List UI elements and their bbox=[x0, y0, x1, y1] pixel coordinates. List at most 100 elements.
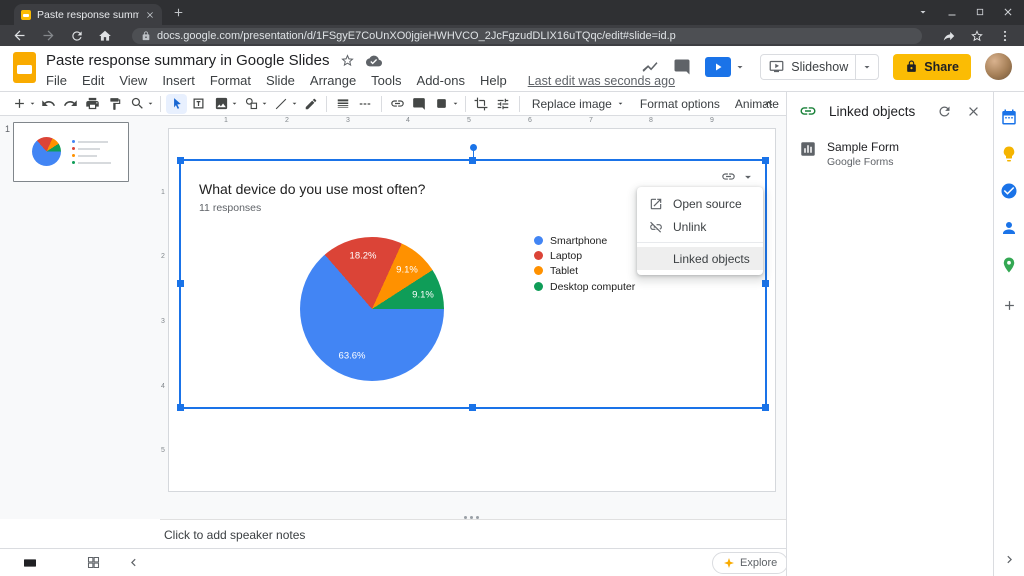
zoom-button[interactable] bbox=[126, 94, 155, 114]
rotation-handle[interactable] bbox=[469, 144, 477, 151]
menu-item-linked-objects[interactable]: Linked objects bbox=[637, 247, 763, 270]
bookmark-star-icon[interactable] bbox=[970, 29, 984, 43]
insert-shape-button[interactable] bbox=[240, 94, 269, 114]
collapse-filmstrip-button[interactable] bbox=[126, 555, 141, 570]
menu-addons[interactable]: Add-ons bbox=[417, 73, 465, 88]
insert-line-button[interactable] bbox=[270, 94, 299, 114]
mask-image-button[interactable] bbox=[431, 94, 460, 114]
crop-button[interactable] bbox=[471, 94, 492, 114]
paint-format-button[interactable] bbox=[104, 94, 125, 114]
filmstrip-view-button[interactable] bbox=[22, 555, 38, 571]
adjust-image-button[interactable] bbox=[493, 94, 514, 114]
menu-edit[interactable]: Edit bbox=[82, 73, 104, 88]
text-box-button[interactable] bbox=[188, 94, 209, 114]
menu-view[interactable]: View bbox=[119, 73, 147, 88]
present-button[interactable] bbox=[705, 56, 746, 77]
speaker-notes[interactable]: Click to add speaker notes bbox=[160, 516, 786, 548]
notes-drag-handle[interactable] bbox=[464, 516, 467, 519]
chevron-down-icon[interactable] bbox=[260, 99, 269, 108]
chevron-down-icon[interactable] bbox=[741, 170, 755, 184]
present-caret-icon[interactable] bbox=[734, 61, 746, 73]
site-security-lock-icon[interactable] bbox=[141, 30, 151, 41]
menu-slide[interactable]: Slide bbox=[266, 73, 295, 88]
linked-object-item[interactable]: Sample Form Google Forms bbox=[787, 130, 993, 178]
maps-icon[interactable] bbox=[1000, 256, 1018, 274]
chevron-down-icon[interactable] bbox=[146, 99, 155, 108]
speaker-notes-placeholder[interactable]: Click to add speaker notes bbox=[164, 528, 305, 542]
menu-insert[interactable]: Insert bbox=[162, 73, 195, 88]
resize-handle[interactable] bbox=[762, 280, 769, 287]
share-button[interactable]: Share bbox=[893, 53, 971, 80]
calendar-icon[interactable] bbox=[1000, 108, 1018, 126]
close-panel-button[interactable] bbox=[966, 104, 981, 119]
resize-handle[interactable] bbox=[177, 280, 184, 287]
format-options-button[interactable]: Format options bbox=[633, 93, 727, 115]
hide-menus-button[interactable] bbox=[761, 96, 776, 111]
print-button[interactable] bbox=[82, 94, 103, 114]
select-tool-button[interactable] bbox=[166, 93, 188, 114]
border-weight-button[interactable] bbox=[332, 94, 353, 114]
animate-button[interactable]: Animate bbox=[728, 93, 786, 115]
linked-chart-options-button[interactable] bbox=[721, 169, 755, 184]
explore-button[interactable]: Explore bbox=[712, 552, 789, 574]
chevron-down-icon[interactable] bbox=[28, 99, 37, 108]
insert-image-button[interactable] bbox=[210, 94, 239, 114]
pen-button[interactable] bbox=[300, 94, 321, 114]
slides-logo[interactable] bbox=[13, 52, 36, 83]
slideshow-caret[interactable] bbox=[855, 54, 878, 79]
replace-image-button[interactable]: Replace image bbox=[525, 93, 632, 115]
add-addon-button[interactable] bbox=[1002, 298, 1017, 313]
browser-menu-icon[interactable] bbox=[998, 29, 1012, 43]
grid-view-button[interactable] bbox=[86, 555, 101, 570]
maximize-button[interactable] bbox=[975, 7, 985, 17]
back-button[interactable] bbox=[12, 28, 27, 43]
menu-item-unlink[interactable]: Unlink bbox=[637, 215, 763, 238]
collapse-side-panel-button[interactable] bbox=[1002, 552, 1017, 567]
forward-button[interactable] bbox=[41, 28, 56, 43]
chevron-down-icon[interactable] bbox=[230, 99, 239, 108]
account-avatar[interactable] bbox=[985, 53, 1012, 80]
border-dash-button[interactable] bbox=[355, 94, 376, 114]
undo-button[interactable] bbox=[38, 94, 59, 114]
tasks-icon[interactable] bbox=[1000, 182, 1018, 200]
star-document-icon[interactable] bbox=[340, 53, 355, 68]
slide-canvas[interactable]: What device do you use most often? 11 re… bbox=[168, 128, 776, 492]
comment-history-icon[interactable] bbox=[673, 58, 691, 76]
horizontal-ruler[interactable]: 1 2 3 4 5 6 7 8 9 bbox=[160, 117, 786, 127]
vertical-ruler[interactable]: 1 2 3 4 5 bbox=[160, 128, 168, 492]
home-button[interactable] bbox=[98, 29, 112, 43]
menu-tools[interactable]: Tools bbox=[371, 73, 401, 88]
menu-help[interactable]: Help bbox=[480, 73, 507, 88]
browser-tab[interactable]: Paste response summary in Goo bbox=[14, 4, 162, 25]
keep-icon[interactable] bbox=[1000, 145, 1018, 163]
new-tab-button[interactable] bbox=[172, 6, 185, 19]
resize-handle[interactable] bbox=[469, 157, 476, 164]
menu-arrange[interactable]: Arrange bbox=[310, 73, 356, 88]
slide-thumbnail[interactable] bbox=[13, 122, 129, 182]
chevron-down-icon[interactable] bbox=[451, 99, 460, 108]
address-bar[interactable]: docs.google.com/presentation/d/1FSgyE7Co… bbox=[132, 27, 922, 44]
menu-format[interactable]: Format bbox=[210, 73, 251, 88]
redo-button[interactable] bbox=[60, 94, 81, 114]
refresh-panel-button[interactable] bbox=[937, 104, 952, 119]
resize-handle[interactable] bbox=[762, 404, 769, 411]
menu-item-open-source[interactable]: Open source bbox=[637, 192, 763, 215]
minimize-button[interactable] bbox=[946, 6, 958, 18]
insights-icon[interactable] bbox=[641, 58, 659, 76]
insert-link-button[interactable] bbox=[387, 94, 408, 114]
contacts-icon[interactable] bbox=[1000, 219, 1018, 237]
resize-handle[interactable] bbox=[177, 404, 184, 411]
share-page-icon[interactable] bbox=[942, 29, 956, 43]
resize-handle[interactable] bbox=[177, 157, 184, 164]
tab-close-icon[interactable] bbox=[145, 10, 155, 20]
document-status-icon[interactable] bbox=[366, 53, 383, 69]
resize-handle[interactable] bbox=[762, 157, 769, 164]
resize-handle[interactable] bbox=[469, 404, 476, 411]
slideshow-button[interactable]: Slideshow bbox=[760, 53, 880, 80]
chevron-down-icon[interactable] bbox=[290, 99, 299, 108]
menu-file[interactable]: File bbox=[46, 73, 67, 88]
document-title[interactable]: Paste response summary in Google Slides bbox=[46, 52, 329, 69]
refresh-button[interactable] bbox=[70, 29, 84, 43]
add-comment-button[interactable] bbox=[409, 94, 430, 114]
window-menu-icon[interactable] bbox=[917, 6, 929, 18]
